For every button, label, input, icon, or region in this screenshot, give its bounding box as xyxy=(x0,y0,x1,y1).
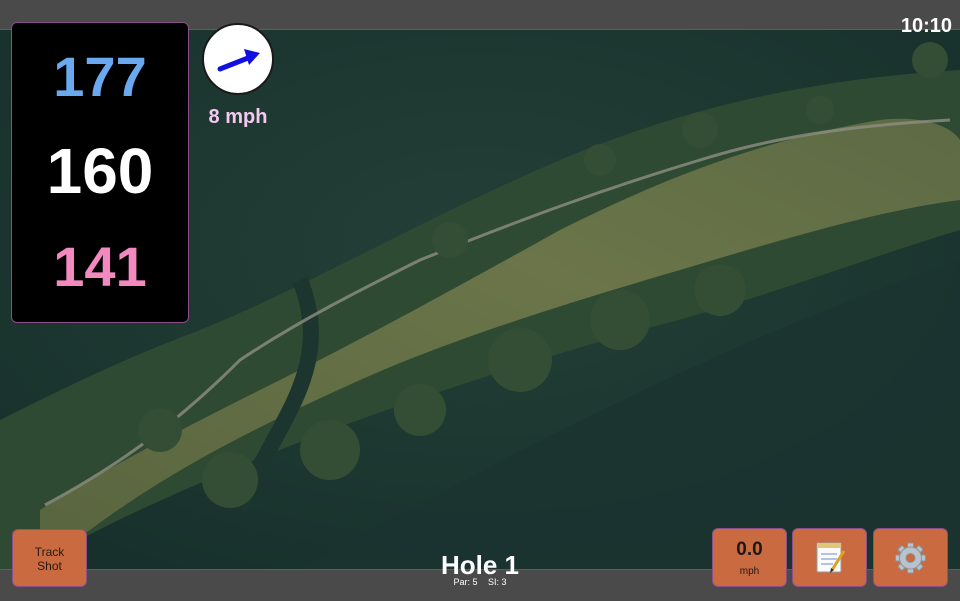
wind-indicator xyxy=(202,23,274,95)
wind-arrow-icon xyxy=(217,49,260,72)
wind-speed: 8 mph xyxy=(208,106,268,128)
gear-icon xyxy=(895,542,926,574)
status-clock: 10:10 xyxy=(900,15,952,37)
track-shot-label-line2: Shot xyxy=(37,559,62,573)
settings-button[interactable] xyxy=(873,528,948,587)
speed-value: 0.0 xyxy=(736,539,763,560)
yardage-panel: 177 160 141 xyxy=(11,22,189,323)
back-yardage: 177 xyxy=(53,45,147,108)
track-shot-button[interactable]: Track Shot xyxy=(12,529,87,587)
hole-stroke-index: SI: 3 xyxy=(488,577,507,587)
speed-button[interactable]: 0.0 mph xyxy=(712,528,787,587)
middle-yardage: 160 xyxy=(46,135,154,207)
notes-button[interactable] xyxy=(792,528,867,587)
front-yardage: 141 xyxy=(53,235,147,298)
hole-info: Par: 5 SI: 3 xyxy=(380,577,580,588)
hole-par: Par: 5 xyxy=(453,577,478,587)
notepad-icon xyxy=(816,542,846,573)
track-shot-label-line1: Track xyxy=(34,545,65,559)
speed-unit: mph xyxy=(739,566,760,577)
hole-title: Hole 1 xyxy=(440,550,520,580)
